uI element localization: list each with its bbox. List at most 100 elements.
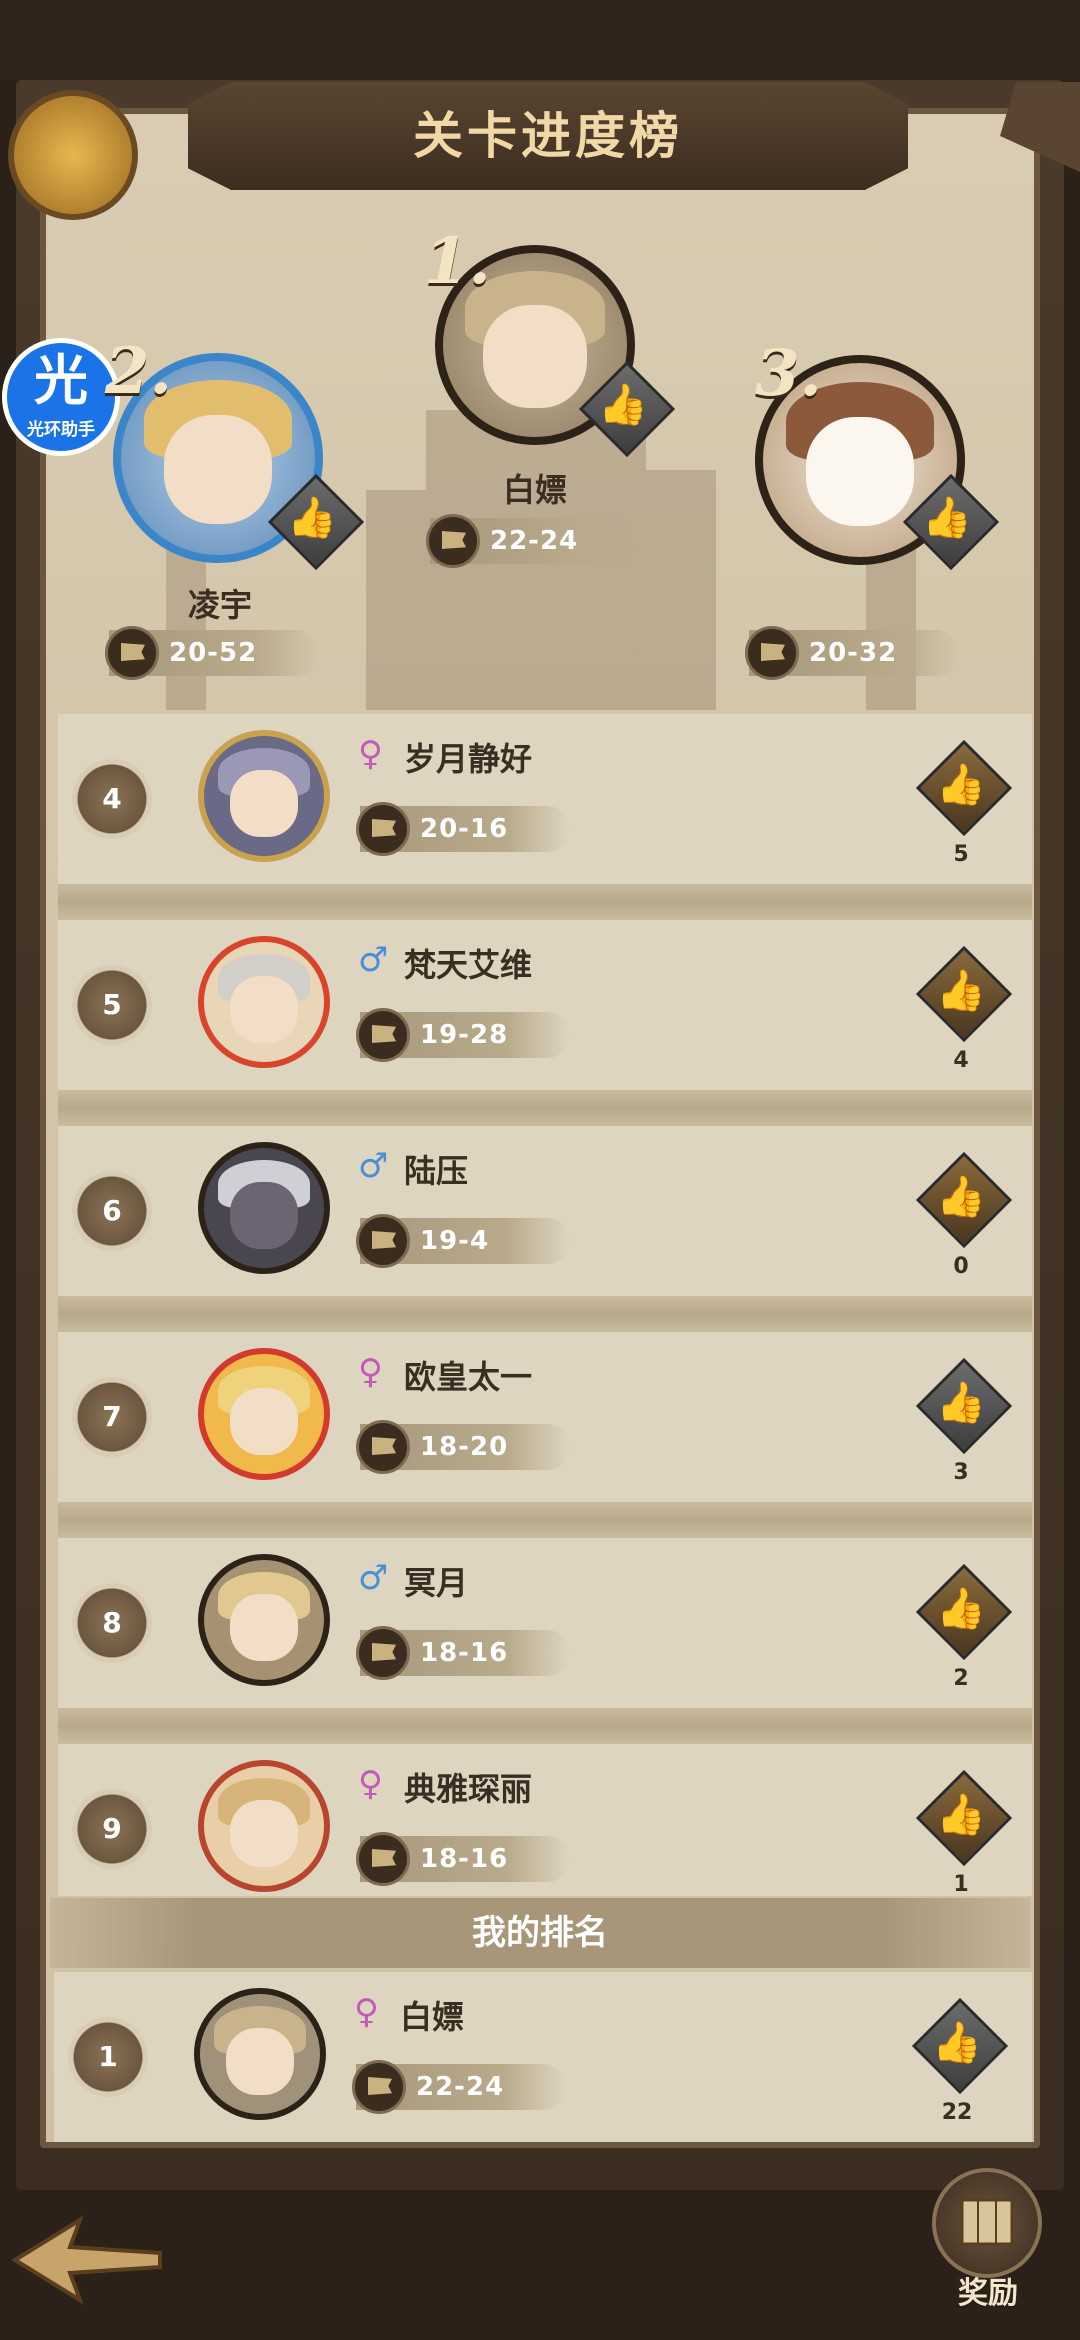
row-divider bbox=[58, 1502, 1032, 1538]
row-divider bbox=[58, 1708, 1032, 1744]
progress-pill: 18-16 bbox=[356, 1626, 570, 1680]
back-button[interactable] bbox=[10, 2205, 170, 2315]
thumbs-up-icon: 👍 bbox=[922, 495, 972, 541]
female-icon: ♀ bbox=[354, 1992, 379, 2032]
progress-value: 20-52 bbox=[169, 638, 258, 668]
progress-pill: 18-20 bbox=[356, 1420, 570, 1474]
progress-pill: 20-32 bbox=[745, 626, 959, 680]
rank-number: 1. bbox=[424, 224, 491, 299]
like-count: 3 bbox=[953, 1460, 969, 1485]
flag-icon bbox=[356, 1832, 410, 1886]
avatar[interactable] bbox=[198, 730, 330, 862]
flag-icon bbox=[352, 2060, 406, 2114]
progress-value: 19-28 bbox=[420, 1020, 509, 1050]
progress-value: 18-16 bbox=[420, 1638, 509, 1668]
flag-icon bbox=[356, 802, 410, 856]
rank-badge: 7 bbox=[72, 1377, 152, 1457]
progress-pill: 18-16 bbox=[356, 1832, 570, 1886]
female-icon: ♀ bbox=[358, 1764, 383, 1804]
rank-number: 2. bbox=[105, 334, 172, 409]
my-rank-header: 我的排名 bbox=[50, 1898, 1030, 1968]
progress-value: 19-4 bbox=[420, 1226, 490, 1256]
progress-pill: 20-52 bbox=[105, 626, 319, 680]
rank-row[interactable]: 4 ♀ 岁月静好 20-16 👍 5 bbox=[58, 714, 1032, 884]
rank-badge: 9 bbox=[72, 1789, 152, 1869]
corner-emblem bbox=[0, 82, 170, 232]
rank-badge: 5 bbox=[72, 965, 152, 1045]
flag-icon bbox=[745, 626, 799, 680]
player-name: 梵天艾维 bbox=[404, 946, 533, 984]
avatar[interactable] bbox=[198, 1554, 330, 1686]
progress-pill: 22-24 bbox=[352, 2060, 566, 2114]
rank-badge: 4 bbox=[72, 759, 152, 839]
map-icon bbox=[932, 2168, 1042, 2278]
rank-row[interactable]: 7 ♀ 欧皇太一 18-20 👍 3 bbox=[58, 1332, 1032, 1502]
thumbs-up-icon: 👍 bbox=[936, 1380, 986, 1426]
player-name: 白嫖 bbox=[502, 471, 567, 509]
reward-label: 奖励 bbox=[958, 2276, 1018, 2311]
my-rank-row[interactable]: 1 ♀ 白嫖 22-24 👍 22 bbox=[54, 1972, 1032, 2142]
row-divider bbox=[58, 1090, 1032, 1126]
assistant-badge[interactable]: 光 光环助手 bbox=[2, 338, 120, 456]
avatar[interactable] bbox=[198, 1142, 330, 1274]
progress-value: 18-16 bbox=[420, 1844, 509, 1874]
rank-row[interactable]: 8 ♂ 冥月 18-16 👍 2 bbox=[58, 1538, 1032, 1708]
like-count: 1 bbox=[953, 1872, 969, 1897]
podium-third[interactable]: 3. 👍 20-32 bbox=[745, 336, 1000, 680]
rank-badge: 8 bbox=[72, 1583, 152, 1663]
like-count: 5 bbox=[953, 842, 969, 867]
flag-icon bbox=[356, 1214, 410, 1268]
avatar[interactable] bbox=[194, 1988, 326, 2120]
thumbs-up-icon: 👍 bbox=[936, 1174, 986, 1220]
player-name: 白嫖 bbox=[400, 1998, 465, 2036]
thumbs-up-icon: 👍 bbox=[932, 2020, 982, 2066]
player-name: 凌宇 bbox=[187, 586, 252, 624]
reward-button[interactable]: 奖励 bbox=[928, 2168, 1048, 2318]
male-icon: ♂ bbox=[358, 1558, 389, 1598]
progress-value: 22-24 bbox=[490, 526, 579, 556]
player-name: 岁月静好 bbox=[404, 740, 533, 778]
like-count: 22 bbox=[941, 2100, 973, 2125]
like-count: 4 bbox=[953, 1048, 969, 1073]
page-title: 关卡进度榜 bbox=[413, 107, 683, 165]
thumbs-up-icon: 👍 bbox=[936, 762, 986, 808]
thumbs-up-icon: 👍 bbox=[936, 1792, 986, 1838]
row-divider bbox=[58, 1296, 1032, 1332]
flag-icon bbox=[426, 514, 480, 568]
male-icon: ♂ bbox=[358, 940, 389, 980]
flag-icon bbox=[356, 1008, 410, 1062]
female-icon: ♀ bbox=[358, 734, 383, 774]
progress-pill: 20-16 bbox=[356, 802, 570, 856]
player-name: 冥月 bbox=[404, 1564, 469, 1602]
flag-icon bbox=[356, 1626, 410, 1680]
rank-badge: 1 bbox=[68, 2017, 148, 2097]
row-divider bbox=[58, 884, 1032, 920]
back-arrow-icon bbox=[11, 2215, 162, 2305]
like-count: 0 bbox=[953, 1254, 969, 1279]
avatar[interactable] bbox=[198, 1348, 330, 1480]
top-bar bbox=[0, 0, 1080, 80]
rank-row[interactable]: 6 ♂ 陆压 19-4 👍 0 bbox=[58, 1126, 1032, 1296]
avatar[interactable] bbox=[198, 936, 330, 1068]
progress-value: 20-32 bbox=[809, 638, 898, 668]
assistant-label: 光环助手 bbox=[27, 420, 95, 440]
thumbs-up-icon: 👍 bbox=[936, 968, 986, 1014]
thumbs-up-icon: 👍 bbox=[598, 382, 648, 428]
progress-value: 22-24 bbox=[416, 2072, 505, 2102]
progress-value: 20-16 bbox=[420, 814, 509, 844]
avatar[interactable] bbox=[198, 1760, 330, 1892]
progress-pill: 22-24 bbox=[426, 514, 640, 568]
player-name: 陆压 bbox=[404, 1152, 469, 1190]
progress-pill: 19-28 bbox=[356, 1008, 570, 1062]
podium-second[interactable]: 2. 👍 凌宇 20-52 bbox=[105, 334, 365, 680]
female-icon: ♀ bbox=[358, 1352, 383, 1392]
podium-first[interactable]: 1. 👍 白嫖 22-24 bbox=[424, 224, 676, 570]
rank-row[interactable]: 9 ♀ 典雅琛丽 18-16 👍 1 bbox=[58, 1744, 1032, 1897]
thumbs-up-icon: 👍 bbox=[287, 495, 337, 541]
player-name: 欧皇太一 bbox=[404, 1358, 533, 1396]
rank-number: 3. bbox=[755, 336, 822, 411]
assistant-logo-icon: 光 bbox=[34, 349, 88, 412]
flag-icon bbox=[356, 1420, 410, 1474]
rank-badge: 6 bbox=[72, 1171, 152, 1251]
rank-row[interactable]: 5 ♂ 梵天艾维 19-28 👍 4 bbox=[58, 920, 1032, 1090]
